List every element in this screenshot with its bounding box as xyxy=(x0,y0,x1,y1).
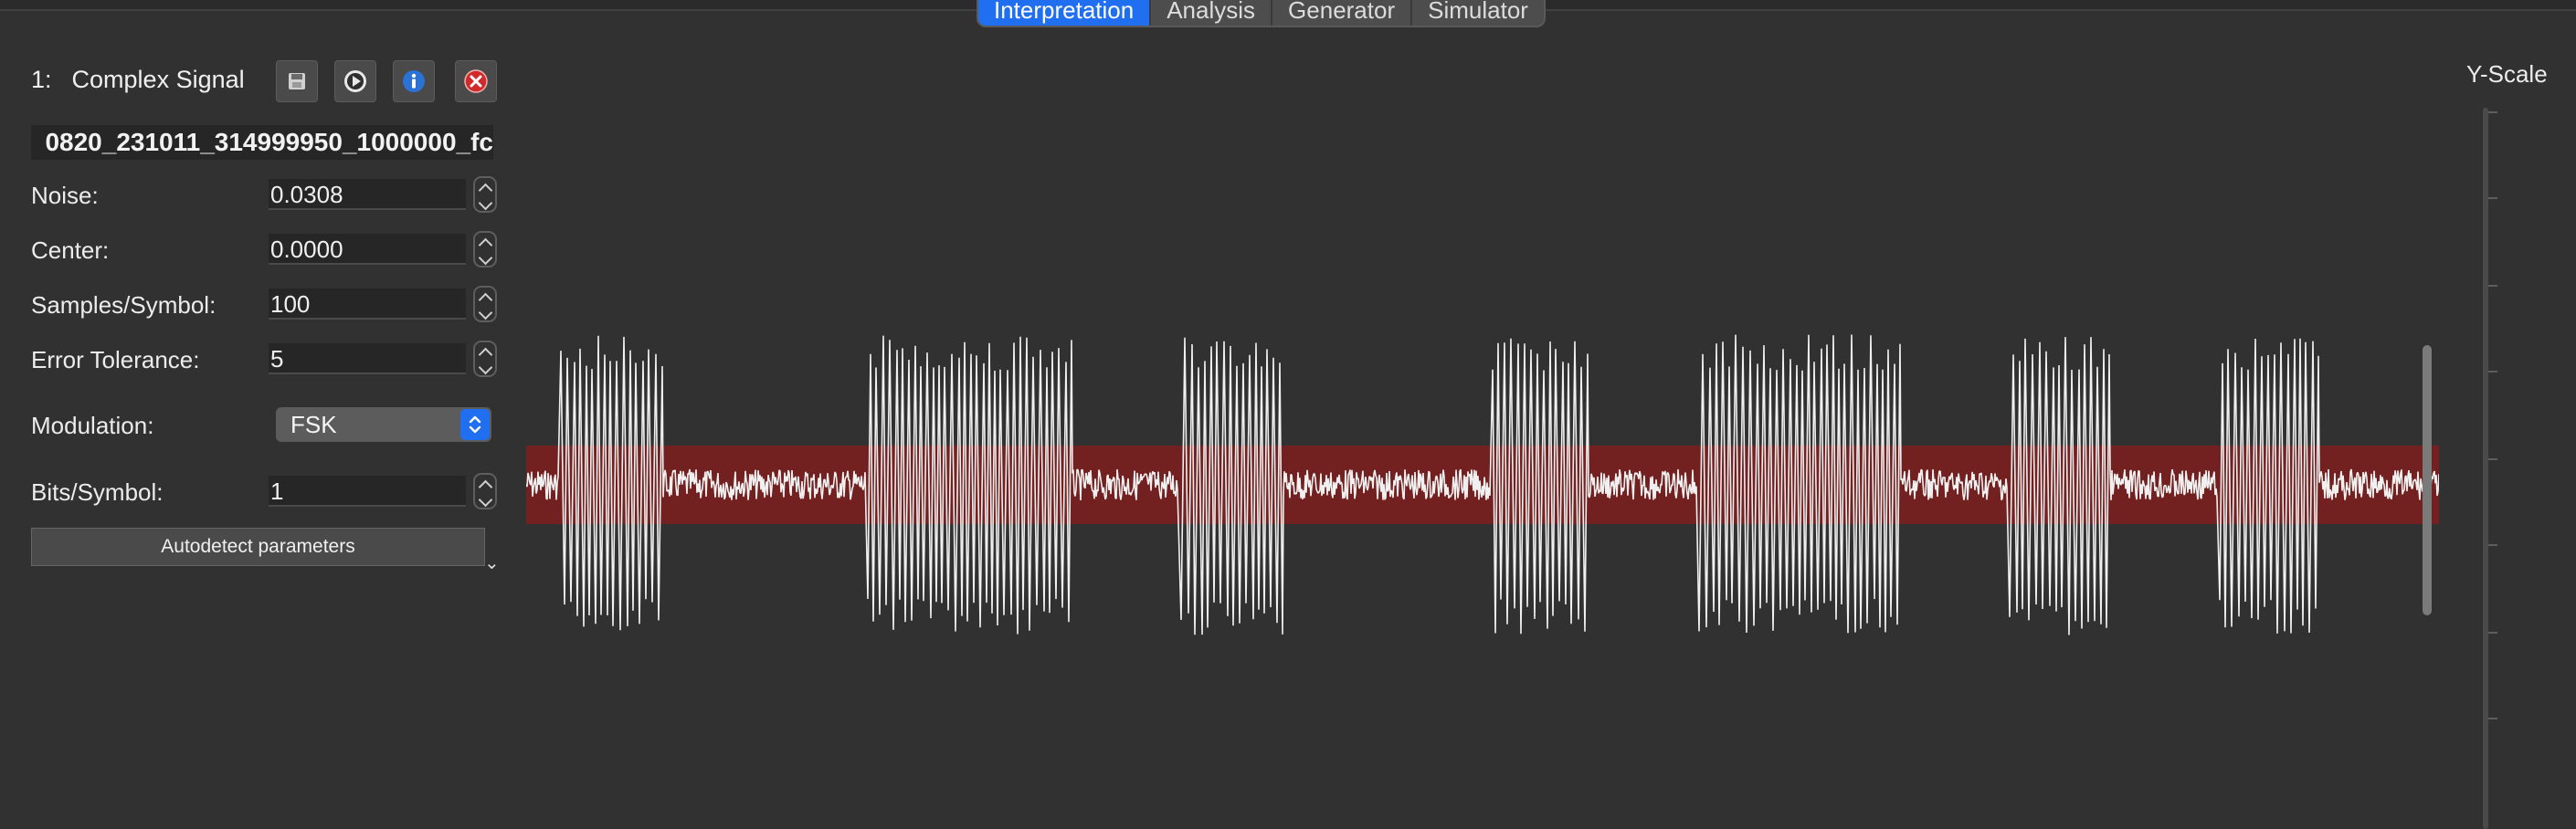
signal-view-scrollbar[interactable] xyxy=(2423,345,2432,615)
expand-chevron-icon[interactable]: ⌄ xyxy=(484,551,500,574)
chevron-down-icon[interactable] xyxy=(478,195,492,211)
modulation-select[interactable]: FSK xyxy=(276,407,491,442)
noise-stepper[interactable] xyxy=(473,176,497,213)
select-arrows-icon xyxy=(460,409,490,440)
noise-threshold-band xyxy=(526,446,2439,524)
replay-button[interactable] xyxy=(334,60,376,102)
center-stepper[interactable] xyxy=(473,231,497,268)
signal-name: Complex Signal xyxy=(71,66,245,93)
chevron-down-icon[interactable] xyxy=(478,492,492,508)
y-scale-tick xyxy=(2488,544,2497,546)
modulation-label: Modulation: xyxy=(31,412,154,439)
chevron-down-icon[interactable] xyxy=(478,305,492,320)
signal-filename-text: 0820_231011_314999950_1000000_fc xyxy=(45,128,493,156)
chevron-down-icon[interactable] xyxy=(478,250,492,266)
signal-title: 1: Complex Signal xyxy=(31,66,245,94)
close-signal-button[interactable] xyxy=(455,60,497,102)
info-button[interactable] xyxy=(393,60,435,102)
center-input[interactable]: 0.0000 xyxy=(269,234,466,265)
y-scale-tick xyxy=(2488,197,2497,199)
info-icon xyxy=(403,70,425,92)
bits-per-symbol-input[interactable]: 1 xyxy=(269,476,466,507)
noise-input[interactable]: 0.0308 xyxy=(269,179,466,210)
samples-per-symbol-label: Samples/Symbol: xyxy=(31,291,216,319)
y-scale-tick xyxy=(2488,718,2497,719)
y-scale-tick xyxy=(2488,632,2497,634)
chevron-down-icon[interactable] xyxy=(478,360,492,375)
y-scale-tick xyxy=(2488,285,2497,287)
y-scale-tick xyxy=(2488,371,2497,373)
y-scale-tick xyxy=(2488,111,2497,113)
bits-per-symbol-stepper[interactable] xyxy=(473,473,497,509)
samples-per-symbol-stepper[interactable] xyxy=(473,286,497,322)
tab-interpretation[interactable]: Interpretation xyxy=(978,0,1152,26)
error-tolerance-stepper[interactable] xyxy=(473,341,497,377)
save-icon xyxy=(289,73,305,89)
tab-bar: Interpretation Analysis Generator Simula… xyxy=(977,0,1546,27)
y-scale-label: Y-Scale xyxy=(2466,60,2548,88)
play-icon xyxy=(344,70,366,92)
noise-label: Noise: xyxy=(31,182,99,209)
tab-generator[interactable]: Generator xyxy=(1272,0,1413,26)
samples-per-symbol-input[interactable]: 100 xyxy=(269,289,466,320)
tab-simulator[interactable]: Simulator xyxy=(1412,0,1544,26)
autodetect-parameters-button[interactable]: Autodetect parameters xyxy=(31,528,485,566)
save-button[interactable] xyxy=(276,60,318,102)
close-icon xyxy=(464,69,488,93)
error-tolerance-input[interactable]: 5 xyxy=(269,343,466,374)
bits-per-symbol-label: Bits/Symbol: xyxy=(31,478,164,506)
signal-view[interactable] xyxy=(526,325,2439,635)
y-scale-slider[interactable] xyxy=(2483,108,2488,829)
error-tolerance-label: Error Tolerance: xyxy=(31,346,200,373)
signal-filename-field[interactable]: 0820_231011_314999950_1000000_fc xyxy=(31,125,493,160)
y-scale-tick xyxy=(2488,458,2497,460)
signal-index: 1: xyxy=(31,66,52,93)
modulation-value: FSK xyxy=(290,411,337,438)
center-label: Center: xyxy=(31,236,110,264)
tab-analysis[interactable]: Analysis xyxy=(1151,0,1273,26)
